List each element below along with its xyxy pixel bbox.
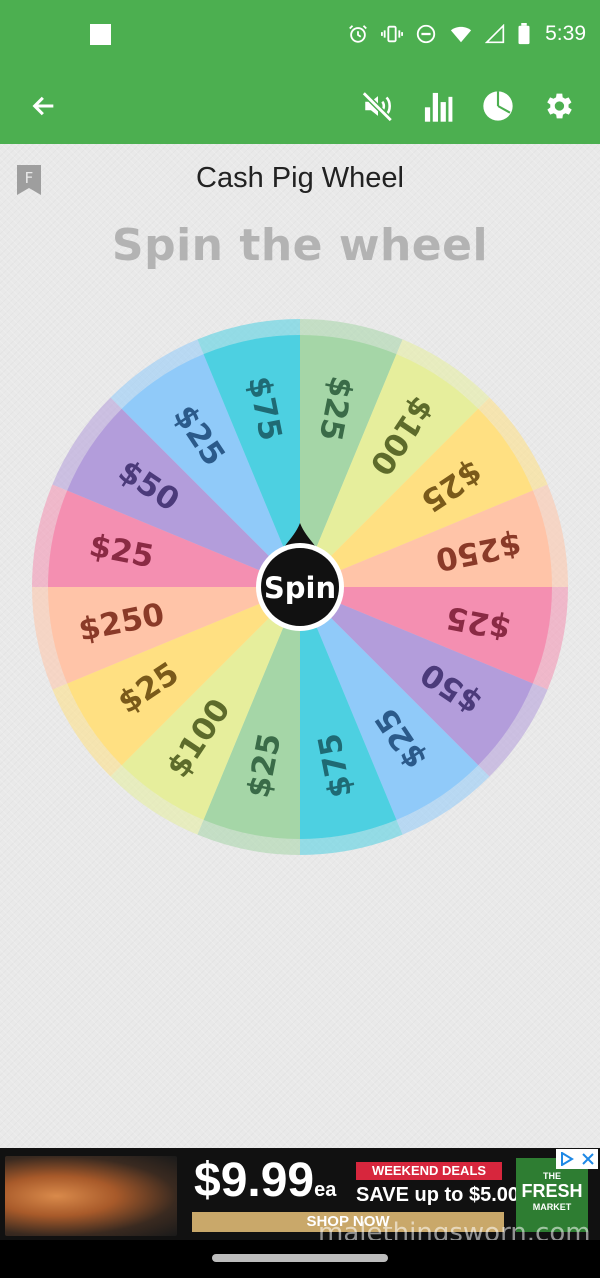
ad-price-unit: ea xyxy=(314,1179,337,1201)
page-title: Cash Pig Wheel xyxy=(196,162,404,194)
vibrate-icon xyxy=(381,25,404,43)
pie-chart-icon xyxy=(483,91,513,121)
home-gesture-pill[interactable] xyxy=(212,1254,388,1262)
sound-toggle-button[interactable] xyxy=(358,86,398,126)
bar-chart-icon xyxy=(424,92,453,122)
ad-close-icon[interactable] xyxy=(581,1152,595,1166)
ad-price[interactable]: $9.99ea xyxy=(194,1154,336,1217)
status-bar: 5:39 xyxy=(0,0,600,68)
back-button[interactable] xyxy=(24,86,64,126)
battery-icon xyxy=(518,23,530,45)
status-icons: 5:39 xyxy=(347,20,586,48)
ad-deals-label[interactable]: WEEKEND DEALS xyxy=(356,1162,502,1180)
app-bar xyxy=(0,68,600,144)
stop-square-icon xyxy=(90,24,111,45)
stats-button[interactable] xyxy=(418,86,458,126)
ad-price-value: $9.99 xyxy=(194,1154,315,1207)
spin-button-label[interactable]: Spin xyxy=(264,571,336,605)
main-content: F Cash Pig Wheel Spin the wheel $25 $100 $… xyxy=(0,144,600,1148)
ad-choices[interactable] xyxy=(556,1149,598,1169)
system-nav-bar xyxy=(0,1240,600,1278)
ad-choices-icon[interactable] xyxy=(560,1152,574,1166)
back-arrow-icon xyxy=(32,96,54,116)
status-time: 5:39 xyxy=(545,22,586,45)
wifi-icon xyxy=(451,26,472,43)
ad-save-text[interactable]: SAVE up to $5.00.. xyxy=(356,1184,530,1207)
ad-food-image[interactable] xyxy=(5,1156,177,1236)
ad-brand-line3: MARKET xyxy=(532,1202,572,1212)
wheel-subtitle: Spin the wheel xyxy=(111,220,489,271)
settings-button[interactable] xyxy=(538,86,578,126)
sound-off-icon xyxy=(361,91,393,123)
settings-gear-icon xyxy=(547,93,572,119)
alarm-icon xyxy=(349,25,368,43)
prize-wheel[interactable]: $25 $100 $25 $250 $25 $50 $25 $75 $25 $100 $25 $250… xyxy=(32,319,568,855)
ad-brand-line2: FRESH xyxy=(521,1181,583,1201)
pie-chart-button[interactable] xyxy=(478,86,518,126)
prize-wheel-svg[interactable]: $25 $100$25$250$25$50$25$75$25$100$25$250… xyxy=(32,319,568,855)
signal-icon xyxy=(485,24,505,44)
do-not-disturb-icon xyxy=(416,24,436,44)
